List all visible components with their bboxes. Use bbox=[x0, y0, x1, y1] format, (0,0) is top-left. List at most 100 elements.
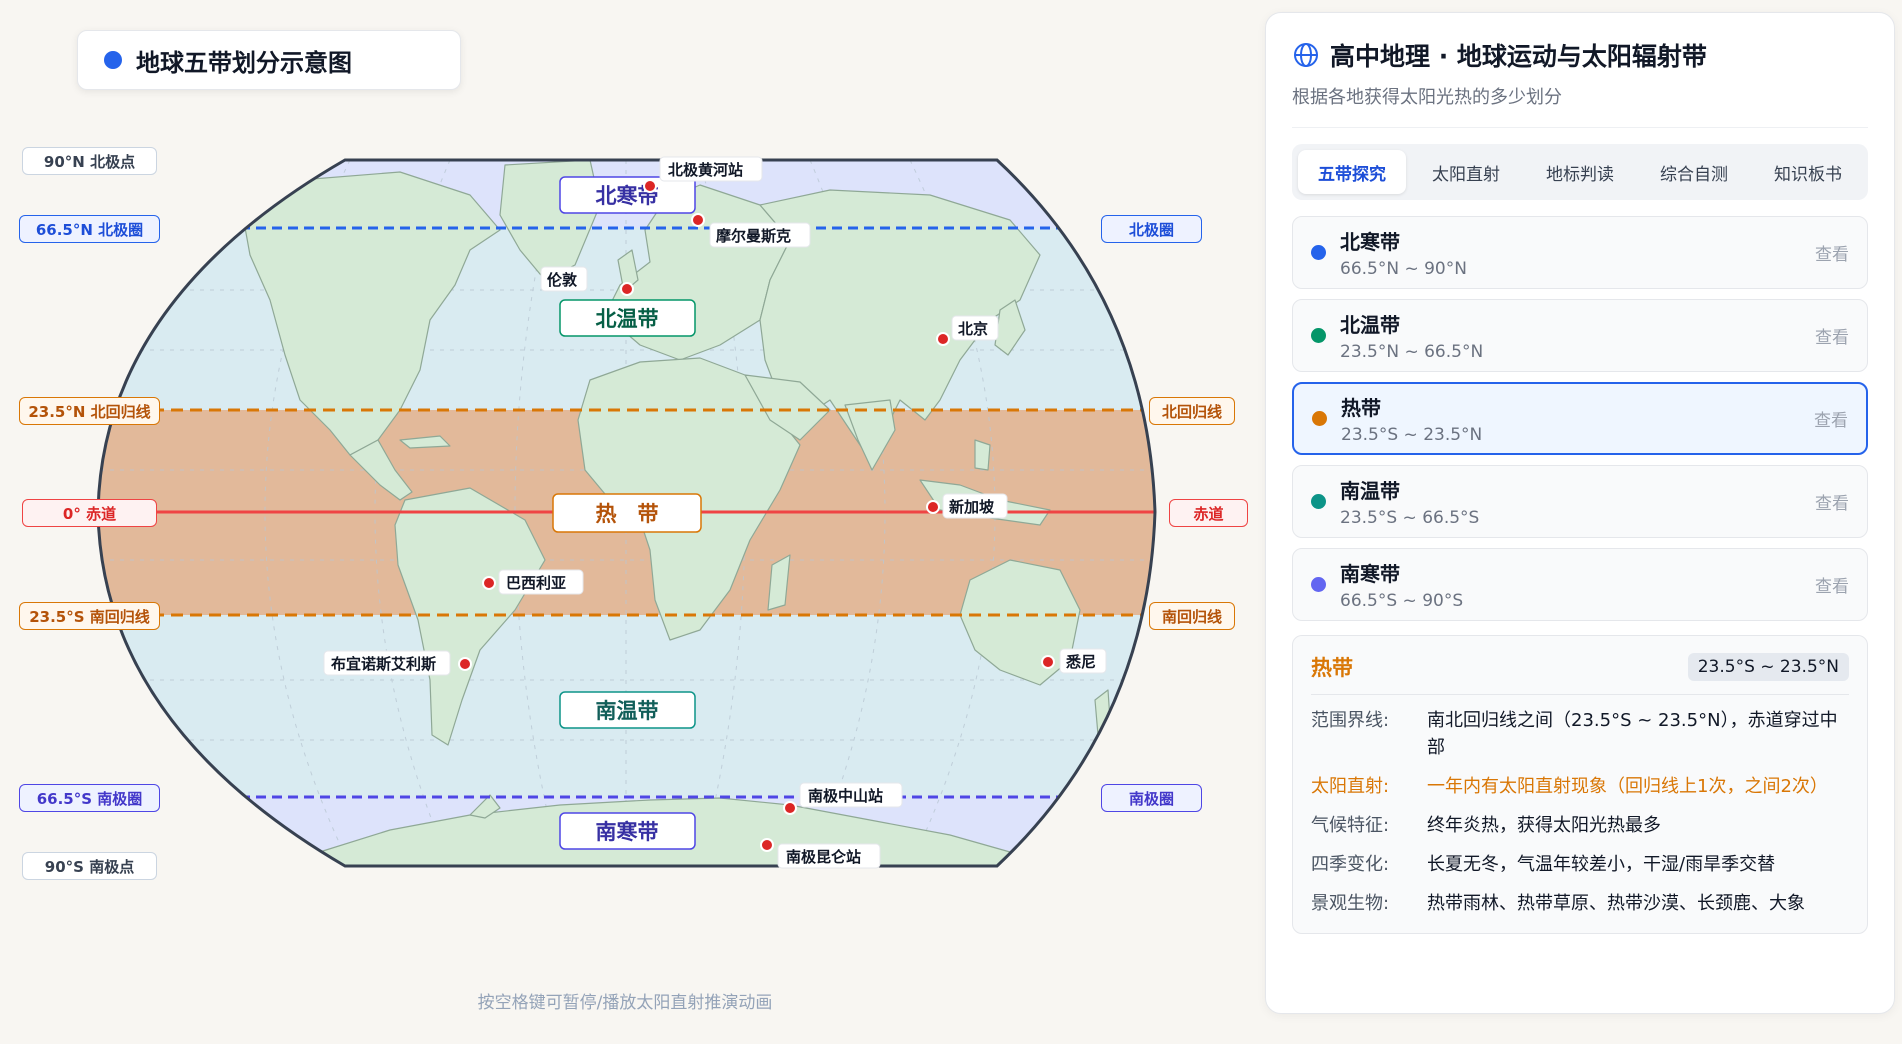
city-marker-icon bbox=[783, 801, 797, 815]
info-panel: 高中地理 · 地球运动与太阳辐射带 根据各地获得太阳光热的多少划分 五带探究 太… bbox=[1265, 12, 1895, 1014]
zone-label-s-frigid-text: 南寒带 bbox=[596, 820, 659, 844]
lat-tag-right-antarctic-circle: 南极圈 bbox=[1101, 784, 1202, 812]
tab-zone-explore[interactable]: 五带探究 bbox=[1298, 150, 1406, 194]
zone-list: 北寒带 66.5°N ~ 90°N 查看 北温带 23.5°N ~ 66.5°N… bbox=[1292, 216, 1868, 621]
zone-range: 23.5°S ~ 23.5°N bbox=[1341, 425, 1483, 445]
detail-row: 范围界线: 南北回归线之间（23.5°S ~ 23.5°N），赤道穿过中部 bbox=[1311, 707, 1849, 761]
city-marker-icon bbox=[482, 576, 496, 590]
city-brasilia-label: 巴西利亚 bbox=[506, 574, 566, 592]
zone-item-s-temperate[interactable]: 南温带 23.5°S ~ 66.5°S 查看 bbox=[1292, 465, 1868, 538]
city-marker-icon bbox=[760, 838, 774, 852]
panel-title: 高中地理 · 地球运动与太阳辐射带 bbox=[1330, 42, 1707, 71]
map-area: 地球五带划分示意图 北寒带 北温带 热 带 南温带 南寒带 北极黄河站 摩尔曼斯… bbox=[0, 0, 1260, 1044]
panel-header: 高中地理 · 地球运动与太阳辐射带 bbox=[1292, 37, 1868, 73]
zone-view-link[interactable]: 查看 bbox=[1815, 489, 1849, 514]
detail-value: 终年炎热，获得太阳光热最多 bbox=[1427, 815, 1661, 836]
zone-range: 66.5°S ~ 90°S bbox=[1340, 591, 1464, 611]
city-london-label: 伦敦 bbox=[547, 271, 578, 289]
detail-value: 南北回归线之间（23.5°S ~ 23.5°N），赤道穿过中部 bbox=[1427, 710, 1838, 758]
city-marker-icon bbox=[1041, 655, 1055, 669]
city-marker-icon bbox=[458, 657, 472, 671]
lat-tag-tropic-capricorn: 23.5°S 南回归线 bbox=[19, 602, 160, 630]
city-buenos-aires-label: 布宜诺斯艾利斯 bbox=[331, 655, 436, 673]
lat-tag-right-equator: 赤道 bbox=[1169, 499, 1248, 527]
detail-row: 太阳直射: 一年内有太阳直射现象（回归线上1次，之间2次） bbox=[1311, 773, 1849, 800]
zone-view-link[interactable]: 查看 bbox=[1814, 406, 1848, 431]
zone-item-s-frigid[interactable]: 南寒带 66.5°S ~ 90°S 查看 bbox=[1292, 548, 1868, 621]
city-buenos-aires[interactable]: 布宜诺斯艾利斯 bbox=[323, 650, 472, 676]
lat-tag-south-pole: 90°S 南极点 bbox=[22, 852, 157, 880]
detail-value: 长夏无冬，气温年较差小，干湿/雨旱季交替 bbox=[1427, 854, 1776, 875]
detail-zone-name: 热带 bbox=[1311, 656, 1353, 680]
zone-view-link[interactable]: 查看 bbox=[1815, 323, 1849, 348]
detail-label: 四季变化: bbox=[1311, 854, 1390, 875]
detail-header: 热带 23.5°S ~ 23.5°N bbox=[1311, 652, 1849, 695]
lat-tag-equator: 0° 赤道 bbox=[22, 499, 157, 527]
zone-name: 南温带 bbox=[1340, 479, 1400, 503]
zone-item-n-temperate[interactable]: 北温带 23.5°N ~ 66.5°N 查看 bbox=[1292, 299, 1868, 372]
zone-item-n-frigid[interactable]: 北寒带 66.5°N ~ 90°N 查看 bbox=[1292, 216, 1868, 289]
lat-tag-north-pole: 90°N 北极点 bbox=[22, 147, 157, 175]
city-murmansk-label: 摩尔曼斯克 bbox=[716, 227, 791, 245]
tab-notes[interactable]: 知识板书 bbox=[1754, 150, 1862, 194]
zone-label-s-temperate[interactable]: 南温带 bbox=[559, 691, 696, 729]
city-beijing-label: 北京 bbox=[958, 320, 988, 338]
detail-value: 热带雨林、热带草原、热带沙漠、长颈鹿、大象 bbox=[1427, 893, 1805, 914]
detail-range-badge: 23.5°S ~ 23.5°N bbox=[1687, 653, 1849, 681]
zone-detail-card: 热带 23.5°S ~ 23.5°N 范围界线: 南北回归线之间（23.5°S … bbox=[1292, 635, 1868, 934]
zone-name: 热带 bbox=[1341, 396, 1381, 420]
globe-icon bbox=[1294, 43, 1318, 67]
zone-dot-icon bbox=[1311, 494, 1326, 509]
lat-tag-arctic-circle: 66.5°N 北极圈 bbox=[19, 215, 160, 243]
zone-name: 北温带 bbox=[1340, 313, 1400, 337]
city-kunlun-label: 南极昆仑站 bbox=[786, 848, 861, 866]
city-singapore-label: 新加坡 bbox=[949, 498, 994, 516]
world-map[interactable]: 北寒带 北温带 热 带 南温带 南寒带 北极黄河站 摩尔曼斯克 伦敦 北京 新加… bbox=[0, 0, 1260, 1044]
tab-landmark[interactable]: 地标判读 bbox=[1526, 150, 1634, 194]
zone-dot-icon bbox=[1312, 411, 1327, 426]
detail-label: 气候特征: bbox=[1311, 815, 1390, 836]
lat-tag-right-arctic-circle: 北极圈 bbox=[1101, 215, 1202, 243]
detail-label: 景观生物: bbox=[1311, 893, 1390, 914]
zone-label-s-frigid[interactable]: 南寒带 bbox=[559, 812, 696, 850]
city-marker-icon bbox=[691, 213, 705, 227]
zone-name: 南寒带 bbox=[1340, 562, 1400, 586]
detail-row: 景观生物: 热带雨林、热带草原、热带沙漠、长颈鹿、大象 bbox=[1311, 890, 1849, 917]
zone-range: 23.5°N ~ 66.5°N bbox=[1340, 342, 1484, 362]
city-marker-icon bbox=[936, 332, 950, 346]
tab-bar: 五带探究 太阳直射 地标判读 综合自测 知识板书 bbox=[1292, 144, 1868, 200]
zone-range: 23.5°S ~ 66.5°S bbox=[1340, 508, 1480, 528]
city-marker-icon bbox=[643, 179, 657, 193]
panel-subtitle: 根据各地获得太阳光热的多少划分 bbox=[1292, 83, 1868, 128]
lat-tag-right-tropic-cancer: 北回归线 bbox=[1149, 397, 1235, 425]
zone-view-link[interactable]: 查看 bbox=[1815, 572, 1849, 597]
detail-row: 四季变化: 长夏无冬，气温年较差小，干湿/雨旱季交替 bbox=[1311, 851, 1849, 878]
city-marker-icon bbox=[620, 282, 634, 296]
city-marker-icon bbox=[926, 500, 940, 514]
zone-label-n-temperate-text: 北温带 bbox=[596, 307, 659, 331]
lat-tag-right-tropic-capricorn: 南回归线 bbox=[1149, 602, 1235, 630]
zone-dot-icon bbox=[1311, 328, 1326, 343]
detail-label: 范围界线: bbox=[1311, 710, 1390, 731]
lat-tag-tropic-cancer: 23.5°N 北回归线 bbox=[19, 397, 160, 425]
zone-dot-icon bbox=[1311, 245, 1326, 260]
zone-view-link[interactable]: 查看 bbox=[1815, 240, 1849, 265]
philippines bbox=[974, 439, 991, 471]
zone-item-tropic[interactable]: 热带 23.5°S ~ 23.5°N 查看 bbox=[1292, 382, 1868, 455]
lat-tag-antarctic-circle: 66.5°S 南极圈 bbox=[19, 784, 160, 812]
zone-label-tropic-text: 热 带 bbox=[596, 502, 659, 526]
city-yellow-river-label: 北极黄河站 bbox=[668, 161, 743, 179]
zone-label-n-frigid[interactable]: 北寒带 bbox=[559, 176, 696, 214]
zone-label-s-temperate-text: 南温带 bbox=[596, 699, 659, 723]
detail-value: 一年内有太阳直射现象（回归线上1次，之间2次） bbox=[1427, 776, 1828, 797]
city-sydney-label: 悉尼 bbox=[1065, 653, 1096, 671]
city-zhongshan-label: 南极中山站 bbox=[808, 787, 883, 805]
detail-label: 太阳直射: bbox=[1311, 776, 1390, 797]
animation-hint: 按空格键可暂停/播放太阳直射推演动画 bbox=[477, 993, 773, 1013]
zone-label-n-temperate[interactable]: 北温带 bbox=[559, 299, 696, 337]
zone-label-tropic[interactable]: 热 带 bbox=[552, 493, 702, 533]
detail-row: 气候特征: 终年炎热，获得太阳光热最多 bbox=[1311, 812, 1849, 839]
tab-self-test[interactable]: 综合自测 bbox=[1640, 150, 1748, 194]
zone-range: 66.5°N ~ 90°N bbox=[1340, 259, 1467, 279]
tab-direct-sun[interactable]: 太阳直射 bbox=[1412, 150, 1520, 194]
